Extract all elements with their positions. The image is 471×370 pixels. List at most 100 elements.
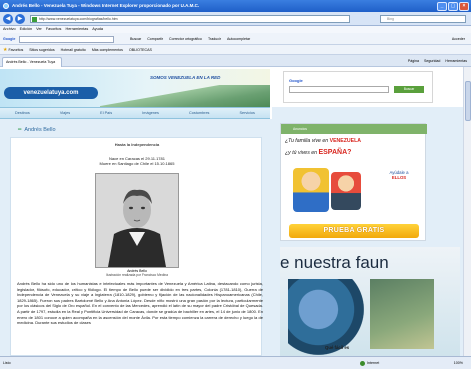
site-search-input[interactable] <box>289 86 389 93</box>
ad-sub-text: Ayúdale a ELLOS <box>376 170 422 180</box>
ad-fauna-headline: e nuestra faun <box>280 253 389 272</box>
google-share-button[interactable]: Compartir <box>147 33 163 45</box>
favorites-bar: ★ Favoritos Sitios sugeridos Hotmail gra… <box>0 45 471 55</box>
google-search-input[interactable] <box>19 35 115 43</box>
ad-cta-button[interactable]: PRUEBA GRATIS <box>289 224 419 238</box>
portrait-drawing <box>96 174 178 267</box>
main-column: ━ Andrés Bello Hasta la Independencia Nac… <box>0 119 272 356</box>
site-banner: SOMOS VENEZUELA EN LA RED venezuelatuya.… <box>0 69 270 107</box>
ad-line-2-text: ¿y tú vives en <box>285 150 318 156</box>
article-subtitle: Hasta la Independencia <box>114 142 160 147</box>
google-toolbar: Google Buscar Compartir Corrector ortogr… <box>0 33 471 45</box>
heading-dash-icon: ━ <box>18 127 22 133</box>
browser-search-input[interactable]: Bing <box>380 15 466 23</box>
window-controls: _ ▢ × <box>437 1 469 11</box>
fav-bibliotecas[interactable]: OBLIOTECAS <box>129 45 152 54</box>
page-viewport: SOMOS VENEZUELA EN LA RED venezuelatuya.… <box>0 67 463 356</box>
ad-header: Anuncios <box>281 124 427 134</box>
ad-line-1: ¿Tu familia vive en VENEZUELA <box>285 138 361 144</box>
page-menu[interactable]: Página <box>408 55 419 67</box>
article-body: Andrés Bello ha sido uno de los humanist… <box>17 281 263 326</box>
google-autofill-button[interactable]: Autocompletar <box>227 33 250 45</box>
menu-favoritos[interactable]: Favoritos <box>46 26 62 33</box>
menu-bar: Archivo Edición Ver Favoritos Herramient… <box>0 26 471 33</box>
nav-costumbres[interactable]: Costumbres <box>189 108 209 118</box>
ad-fish-illustration <box>288 279 364 355</box>
google-signin-link[interactable]: Acceder <box>452 33 465 45</box>
menu-ver[interactable]: Ver <box>36 26 42 33</box>
back-icon[interactable]: ◀ <box>3 14 13 24</box>
title-bar: Andrés Bello - Venezuela Tuya - Windows … <box>0 0 471 12</box>
browser-window: Andrés Bello - Venezuela Tuya - Windows … <box>0 0 471 369</box>
favorites-button[interactable]: ★ Favoritos <box>3 45 23 54</box>
page-title-text: Andrés Bello <box>24 127 56 133</box>
star-icon: ★ <box>3 47 8 53</box>
ad-banner-family[interactable]: Anuncios ¿Tu familia vive en VENEZUELA ¿… <box>280 123 427 241</box>
ad-child-illustration-2 <box>331 172 361 210</box>
site-search-button[interactable]: Buscar <box>394 86 424 93</box>
forward-icon[interactable]: ▶ <box>15 14 25 24</box>
fav-hotmail[interactable]: Hotmail gratuito <box>61 45 86 54</box>
site-search-widget: Google Buscar <box>283 71 433 103</box>
menu-edicion[interactable]: Edición <box>20 26 32 33</box>
ad-fauna-photo <box>370 279 434 349</box>
banner-landscape <box>100 85 270 107</box>
fav-suggested-sites[interactable]: Sitios sugeridos <box>29 45 54 54</box>
page-title: ━ Andrés Bello <box>18 127 56 133</box>
site-logo[interactable]: venezuelatuya.com <box>4 87 98 99</box>
google-search-button[interactable]: Buscar <box>130 33 141 45</box>
zoom-level[interactable]: 100% <box>454 357 463 370</box>
page-icon <box>32 17 37 22</box>
ad-line-2: ¿y tú vives en ESPAÑA? <box>285 149 351 156</box>
site-nav: Destinos Viajes El País Imágenes Costumb… <box>0 107 270 119</box>
portrait-credit: Ilustración realizada por Francisco Medi… <box>106 273 168 277</box>
nav-servicios[interactable]: Servicios <box>240 108 255 118</box>
close-button[interactable]: × <box>459 1 469 11</box>
site-search-brand: Google <box>289 78 303 83</box>
window-title: Andrés Bello - Venezuela Tuya - Windows … <box>12 3 200 8</box>
tab-label: Andrés Bello - Venezuela Tuya <box>6 60 56 64</box>
menu-herramientas[interactable]: Herramientas <box>65 26 88 33</box>
nav-viajes[interactable]: Viajes <box>60 108 70 118</box>
ad-banner-fauna[interactable]: e nuestra faun Qué fácil es <box>280 247 460 356</box>
portrait-image <box>95 173 179 268</box>
vertical-scrollbar[interactable] <box>463 67 471 356</box>
ad-fauna-caption: Qué fácil es <box>325 345 350 350</box>
sidebar-column: Anuncios ¿Tu familia vive en VENEZUELA ¿… <box>272 107 463 356</box>
death-text: Muere en Santiago de Chile el 15.10.1865 <box>99 161 175 166</box>
ad-sub-text-2: ELLOS <box>391 175 407 180</box>
command-bar: Página Seguridad Herramientas <box>408 55 467 67</box>
ad-child-illustration <box>293 168 329 212</box>
security-zone: Internet <box>360 357 379 370</box>
google-spellcheck-button[interactable]: Corrector ortográfico <box>169 33 202 45</box>
search-placeholder: Bing <box>387 17 395 21</box>
nav-imagenes[interactable]: Imágenes <box>142 108 159 118</box>
article-card: Hasta la Independencia Nace en Caracas e… <box>10 137 263 356</box>
minimize-button[interactable]: _ <box>437 1 447 11</box>
favorites-label: Favoritos <box>8 48 24 52</box>
ie-icon <box>3 3 9 9</box>
status-bar: Listo Internet 100% <box>0 356 471 369</box>
maximize-button[interactable]: ▢ <box>448 1 458 11</box>
menu-ayuda[interactable]: Ayuda <box>92 26 103 33</box>
google-logo: Google <box>3 37 16 41</box>
security-menu[interactable]: Seguridad <box>424 55 440 67</box>
google-translate-button[interactable]: Traducir <box>208 33 221 45</box>
menu-archivo[interactable]: Archivo <box>3 26 16 33</box>
scrollbar-thumb[interactable] <box>465 81 471 121</box>
google-toolbar-items: Buscar Compartir Corrector ortográfico T… <box>130 33 250 45</box>
ad-line-2-highlight: ESPAÑA? <box>318 149 352 156</box>
tab-bar: Andrés Bello - Venezuela Tuya Página Seg… <box>0 55 471 67</box>
address-bar: ◀ ▶ http://www.venezuelatuya.com/biograf… <box>0 12 471 26</box>
tools-menu[interactable]: Herramientas <box>445 55 467 67</box>
tab-andres-bello[interactable]: Andrés Bello - Venezuela Tuya <box>2 57 62 67</box>
status-text: Listo <box>3 361 11 365</box>
url-input[interactable]: http://www.venezuelatuya.com/biografias/… <box>30 15 350 23</box>
url-text: http://www.venezuelatuya.com/biografias/… <box>39 17 118 21</box>
ad-line-1-highlight: VENEZUELA <box>329 138 362 144</box>
site-slogan: SOMOS VENEZUELA EN LA RED <box>150 75 221 80</box>
fav-more-addons[interactable]: Más complementos <box>92 45 123 54</box>
nav-el-pais[interactable]: El País <box>100 108 112 118</box>
nav-destinos[interactable]: Destinos <box>15 108 30 118</box>
ad-line-1-text: ¿Tu familia vive en <box>285 138 329 144</box>
